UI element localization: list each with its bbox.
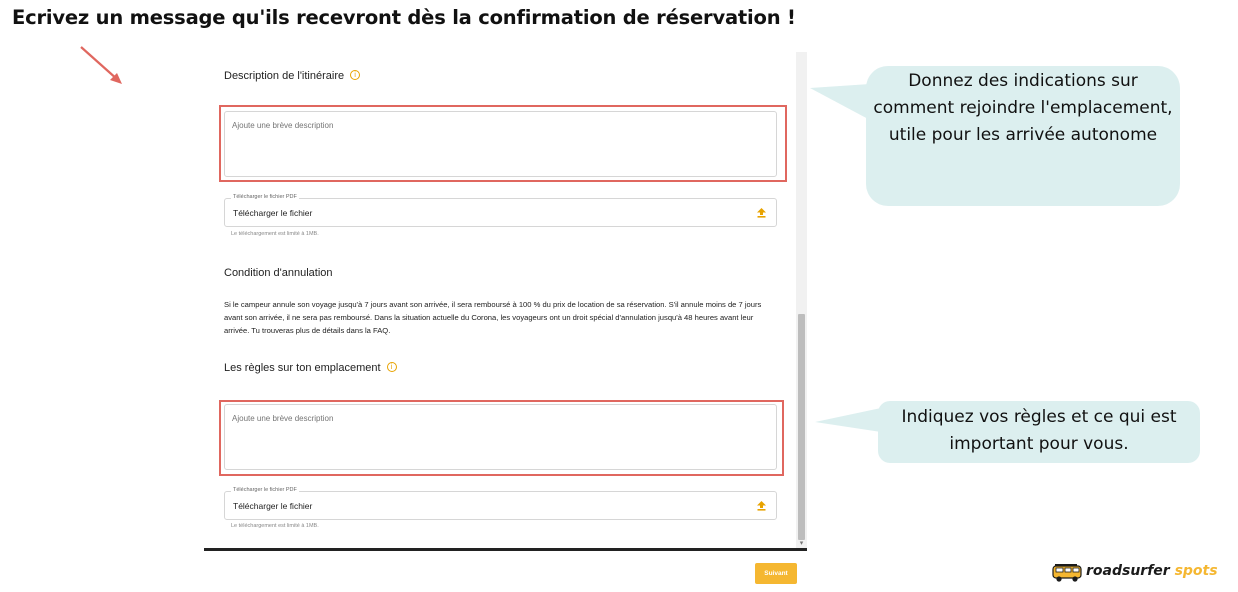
callout-tail	[815, 408, 881, 432]
rules-title: Les règles sur ton emplacement i	[224, 362, 397, 374]
cancellation-title: Condition d'annulation	[224, 267, 333, 279]
callout-rules: Indiquez vos règles et ce qui est import…	[878, 401, 1200, 463]
file-field-legend: Télécharger le fichier PDF	[231, 487, 299, 493]
file-size-hint: Le téléchargement est limité à 1MB.	[231, 231, 319, 237]
file-upload-label[interactable]: Télécharger le fichier	[233, 208, 312, 218]
scroll-down-icon[interactable]: ▾	[798, 540, 805, 548]
callout-tail	[810, 84, 870, 120]
itinerary-description-input[interactable]	[224, 111, 777, 177]
info-icon[interactable]: i	[386, 362, 397, 372]
rules-description-input[interactable]	[224, 404, 777, 470]
roadsurfer-spots-logo: roadsurfer spots	[1052, 562, 1234, 586]
rules-title-text: Les règles sur ton emplacement	[224, 362, 381, 374]
van-icon	[1052, 564, 1082, 582]
cancellation-policy-text: Si le campeur annule son voyage jusqu'à …	[224, 300, 762, 335]
arrow-down-right-icon	[80, 46, 122, 84]
logo-text: roadsurfer spots	[1086, 563, 1218, 579]
scrollbar-thumb[interactable]	[798, 314, 805, 540]
scrollbar[interactable]: ▾	[796, 52, 807, 548]
next-button[interactable]: Suivant	[755, 563, 797, 584]
logo-brand: roadsurfer	[1086, 563, 1170, 579]
upload-icon[interactable]	[757, 208, 766, 218]
rules-file-field[interactable]: Télécharger le fichier PDF Télécharger l…	[224, 487, 777, 520]
file-field-legend: Télécharger le fichier PDF	[231, 194, 299, 200]
info-icon[interactable]: i	[350, 70, 361, 80]
headline: Ecrivez un message qu'ils recevront dès …	[12, 6, 796, 29]
itinerary-title-text: Description de l'itinéraire	[224, 70, 345, 82]
file-size-hint: Le téléchargement est limité à 1MB.	[231, 523, 319, 529]
upload-icon[interactable]	[757, 501, 766, 511]
logo-suffix: spots	[1174, 563, 1218, 579]
file-upload-label[interactable]: Télécharger le fichier	[233, 501, 312, 511]
callout-itinerary: Donnez des indications sur comment rejoi…	[866, 66, 1180, 206]
form-footer-divider	[204, 548, 807, 551]
itinerary-title: Description de l'itinéraire i	[224, 70, 361, 82]
itinerary-file-field[interactable]: Télécharger le fichier PDF Télécharger l…	[224, 194, 777, 227]
